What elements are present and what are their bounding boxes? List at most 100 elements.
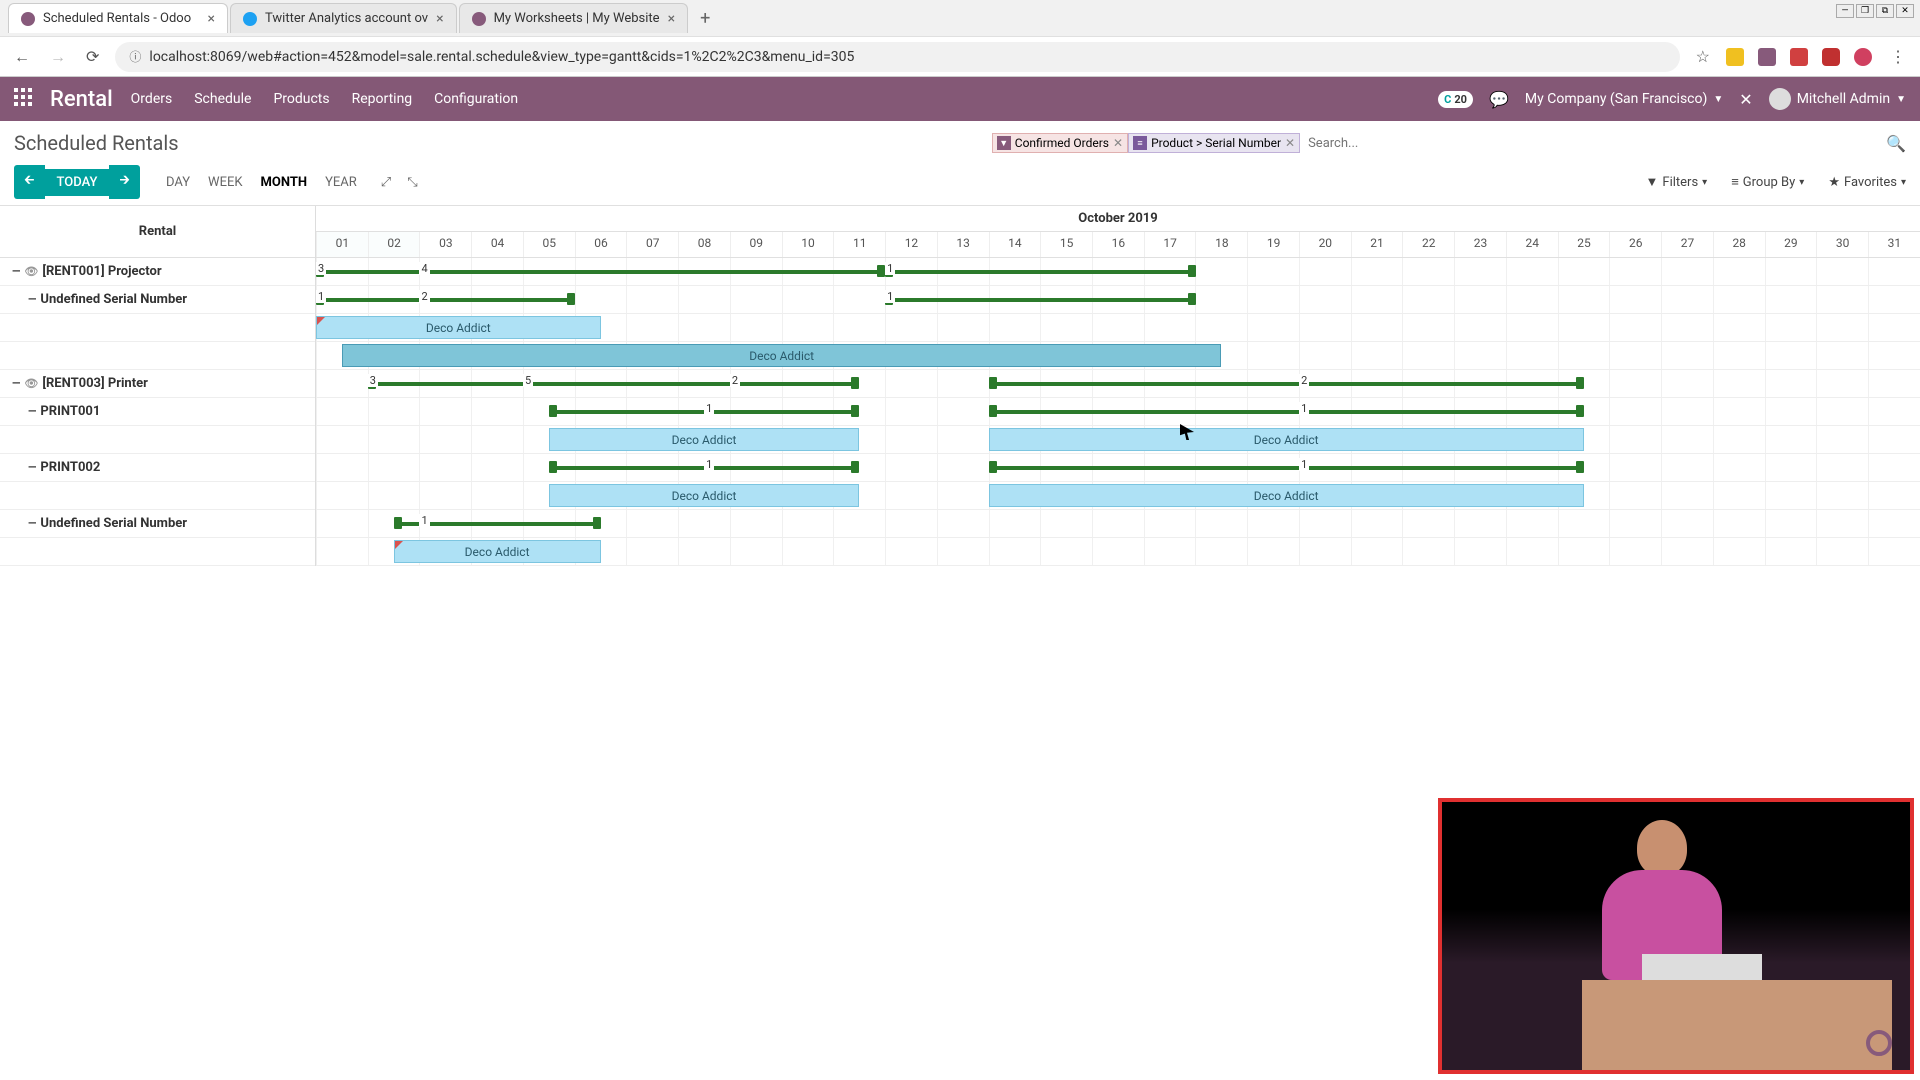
gantt-subgroup-row[interactable]: —PRINT002 xyxy=(0,454,315,482)
pill-label: Deco Addict xyxy=(672,433,737,447)
gantt-today-button[interactable]: TODAY xyxy=(45,169,110,196)
scale-month[interactable]: MONTH xyxy=(261,175,308,190)
url-box[interactable]: ⓘ localhost:8069/web#action=452&model=sa… xyxy=(115,42,1679,72)
search-filter-tag[interactable]: ▼ Confirmed Orders ✕ xyxy=(992,133,1128,153)
eye-icon[interactable] xyxy=(24,264,42,279)
search-group-tag[interactable]: ≡ Product > Serial Number ✕ xyxy=(1128,133,1300,153)
gantt-timeline-row[interactable]: Deco Addict xyxy=(316,314,1920,342)
url-text: localhost:8069/web#action=452&model=sale… xyxy=(149,49,854,65)
group-label: [RENT003] Printer xyxy=(42,376,148,391)
browser-tab[interactable]: Twitter Analytics account ov× xyxy=(230,3,457,33)
gantt-timeline-row[interactable]: Deco Addict xyxy=(316,538,1920,566)
ext-icon-4[interactable] xyxy=(1822,48,1840,66)
search-input[interactable] xyxy=(1300,133,1880,154)
consolidation-bar xyxy=(885,270,1195,274)
gantt-timeline-row[interactable]: 3522 xyxy=(316,370,1920,398)
gantt-pill[interactable]: Deco Addict xyxy=(549,428,859,451)
window-max[interactable]: ❐ xyxy=(1856,4,1874,18)
profile-avatar[interactable] xyxy=(1854,48,1872,66)
menu-item-configuration[interactable]: Configuration xyxy=(434,91,518,107)
consolidation-marker xyxy=(549,461,557,473)
gantt-group-row[interactable]: —[RENT001] Projector xyxy=(0,258,315,286)
collapse-icon[interactable]: — xyxy=(12,377,20,390)
site-info-icon[interactable]: ⓘ xyxy=(129,48,141,65)
eye-icon[interactable] xyxy=(24,376,42,391)
gantt-subgroup-row[interactable]: —Undefined Serial Number xyxy=(0,510,315,538)
menu-item-reporting[interactable]: Reporting xyxy=(352,91,413,107)
window-close[interactable]: ✕ xyxy=(1896,4,1914,18)
ext-icon-3[interactable] xyxy=(1790,48,1808,66)
window-controls: — ❐ ⧉ ✕ xyxy=(1836,4,1914,18)
collapse-icon[interactable]: — xyxy=(28,517,36,530)
forward-button[interactable]: → xyxy=(46,43,70,71)
gantt-prev-button[interactable]: 🡰 xyxy=(14,165,45,199)
gantt-timeline-row[interactable]: 11 xyxy=(316,454,1920,482)
day-header-cell: 10 xyxy=(782,232,834,257)
gantt-timeline-row[interactable]: Deco Addict Deco Addict xyxy=(316,426,1920,454)
filters-dropdown[interactable]: ▼ Filters ▾ xyxy=(1646,174,1708,190)
tab-close-icon[interactable]: × xyxy=(668,11,675,27)
close-studio-icon[interactable]: ✕ xyxy=(1739,90,1752,109)
gantt-timeline-row[interactable]: 1 xyxy=(316,510,1920,538)
new-tab-button[interactable]: + xyxy=(690,8,720,29)
menu-item-orders[interactable]: Orders xyxy=(131,91,173,107)
messaging-icon[interactable]: 💬 xyxy=(1489,90,1509,109)
gantt-subgroup-row[interactable]: —Undefined Serial Number xyxy=(0,286,315,314)
browser-tab[interactable]: Scheduled Rentals - Odoo× xyxy=(8,3,228,33)
remove-group-icon[interactable]: ✕ xyxy=(1285,136,1295,150)
gantt-pill[interactable]: Deco Addict xyxy=(549,484,859,507)
menu-item-schedule[interactable]: Schedule xyxy=(194,91,251,107)
gantt-pill[interactable]: Deco Addict xyxy=(342,344,1222,367)
day-header-cell: 31 xyxy=(1868,232,1920,257)
gantt-timeline-row[interactable]: 341 xyxy=(316,258,1920,286)
menu-item-products[interactable]: Products xyxy=(273,91,329,107)
scale-year[interactable]: YEAR xyxy=(325,175,357,190)
scale-week[interactable]: WEEK xyxy=(208,175,242,190)
ext-icon-1[interactable] xyxy=(1726,48,1744,66)
day-header-cell: 25 xyxy=(1558,232,1610,257)
search-area: ▼ Confirmed Orders ✕ ≡ Product > Serial … xyxy=(992,133,1906,154)
window-min[interactable]: — xyxy=(1836,4,1854,18)
gantt-subgroup-row[interactable]: —PRINT001 xyxy=(0,398,315,426)
gantt-empty-row-header xyxy=(0,426,315,454)
gantt-group-row[interactable]: — [RENT003] Printer xyxy=(0,370,315,398)
scale-day[interactable]: DAY xyxy=(166,175,190,190)
trial-badge[interactable]: C20 xyxy=(1438,91,1473,108)
main-menu: Orders Schedule Products Reporting Configura… xyxy=(131,91,518,107)
user-menu[interactable]: Mitchell Admin▼ xyxy=(1769,88,1906,110)
gantt-timeline-row[interactable]: Deco Addict xyxy=(316,342,1920,370)
remove-filter-icon[interactable]: ✕ xyxy=(1113,136,1123,150)
chrome-menu-icon[interactable]: ⋮ xyxy=(1886,43,1910,70)
apps-menu-icon[interactable] xyxy=(0,88,46,111)
gantt-pill[interactable]: Deco Addict xyxy=(316,316,601,339)
tab-close-icon[interactable]: × xyxy=(208,11,215,27)
collapse-icon[interactable]: — xyxy=(12,265,20,278)
company-selector[interactable]: My Company (San Francisco)▼ xyxy=(1525,91,1723,107)
gantt-timeline-row[interactable]: 11 xyxy=(316,398,1920,426)
browser-tab[interactable]: My Worksheets | My Website× xyxy=(459,3,688,33)
bookmark-star-icon[interactable]: ☆ xyxy=(1692,43,1714,70)
ext-icon-2[interactable] xyxy=(1758,48,1776,66)
collapse-icon[interactable]: — xyxy=(28,293,36,306)
collapse-rows-icon[interactable]: ⤡ xyxy=(407,175,417,190)
gantt-next-button[interactable]: 🡲 xyxy=(109,165,140,199)
tab-close-icon[interactable]: × xyxy=(436,11,443,27)
consolidation-count: 3 xyxy=(368,374,378,387)
collapse-icon[interactable]: — xyxy=(28,405,36,418)
search-icon[interactable]: 🔍 xyxy=(1886,134,1906,153)
gantt-timeline-row[interactable]: 121 xyxy=(316,286,1920,314)
favorites-dropdown[interactable]: ★ Favorites ▾ xyxy=(1828,174,1906,190)
user-avatar-icon xyxy=(1769,88,1791,110)
day-header-cell: 28 xyxy=(1713,232,1765,257)
gantt-pill[interactable]: Deco Addict xyxy=(989,484,1584,507)
collapse-icon[interactable]: — xyxy=(28,461,36,474)
gantt-pill[interactable]: Deco Addict xyxy=(989,428,1584,451)
back-button[interactable]: ← xyxy=(10,43,34,71)
gantt-pill[interactable]: Deco Addict xyxy=(394,540,601,563)
window-max2[interactable]: ⧉ xyxy=(1876,4,1894,18)
expand-rows-icon[interactable]: ⤢ xyxy=(381,175,391,190)
app-name[interactable]: Rental xyxy=(46,87,131,112)
gantt-timeline-row[interactable]: Deco Addict Deco Addict xyxy=(316,482,1920,510)
groupby-dropdown[interactable]: ≡ Group By ▾ xyxy=(1731,174,1804,190)
reload-button[interactable]: ⟳ xyxy=(82,43,103,70)
